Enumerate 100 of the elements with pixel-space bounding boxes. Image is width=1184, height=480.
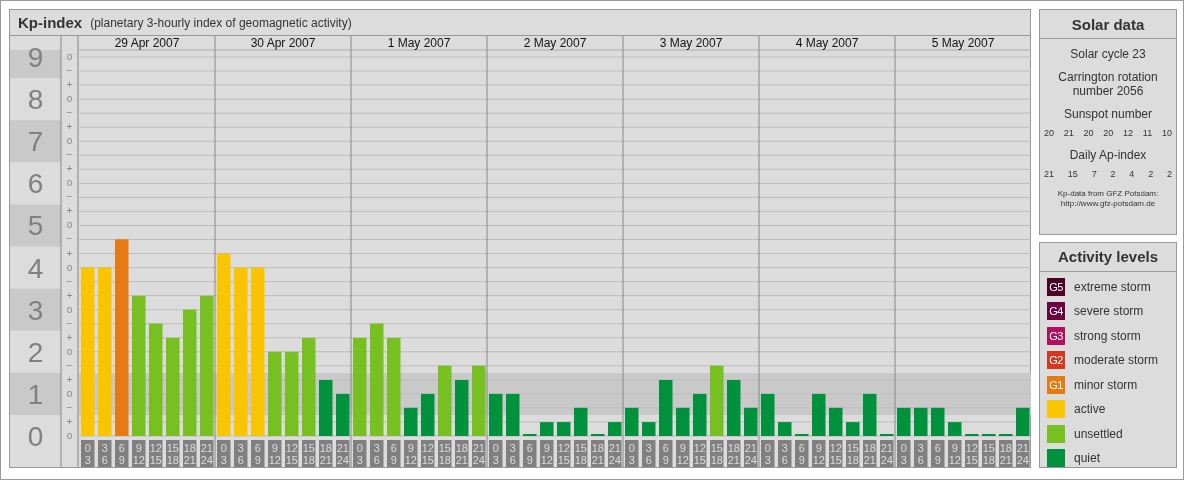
bar [829,407,843,436]
bar [863,393,877,436]
bar [846,422,860,436]
bar [574,407,588,436]
time-label: 6 9 [251,440,265,467]
bar [557,422,571,436]
y-tick-label: o [66,345,73,357]
ap-value: 2 [1148,169,1154,179]
time-label: 0 3 [761,440,775,467]
bar [319,380,333,436]
bar [1016,407,1030,436]
level-swatch: G3 [1047,326,1065,345]
date-label: 2 May 2007 [523,36,587,50]
y-tick-label: o [66,430,73,441]
y-tick-label: + [66,247,73,259]
y-tick-label: − [66,317,73,329]
x-tick-label: 0 3 [220,442,227,466]
time-label: 21 24 [880,440,894,467]
y-axis-label: 5 [27,210,44,242]
x-tick-label: 3 6 [373,442,380,466]
time-label: 0 3 [897,440,911,467]
ap-value: 7 [1091,169,1097,179]
bar [914,407,928,436]
y-axis-label: 3 [27,294,44,326]
sunspot-value: 12 [1123,128,1134,138]
x-tick-label: 6 9 [798,442,805,466]
y-axis-label: 2 [27,336,44,368]
time-label: 18 21 [999,440,1013,467]
y-tick-label: − [66,275,73,287]
time-label: 6 9 [387,440,401,467]
date-label: 3 May 2007 [659,36,723,50]
time-label: 9 12 [948,440,962,467]
level-label: moderate storm [1074,353,1159,367]
sunspot-value: 20 [1103,128,1114,138]
time-label: 21 24 [336,440,350,467]
level-label: active [1074,402,1106,416]
time-label: 6 9 [115,440,129,467]
time-label: 0 3 [489,440,503,467]
date-label: 29 Apr 2007 [114,36,180,50]
level-swatch: G4 [1047,302,1065,320]
y-axis-label: 6 [27,168,44,200]
time-label: 15 18 [846,440,860,467]
time-label: 12 15 [829,440,843,467]
time-label: 6 9 [523,440,537,467]
panel-title: Activity levels [1040,242,1176,272]
level-label: quiet [1074,451,1101,465]
bar [455,380,469,436]
time-label: 3 6 [370,440,384,467]
time-label: 6 9 [659,440,673,467]
level-label: severe storm [1074,304,1144,318]
time-label: 3 6 [778,440,792,467]
y-tick-label: o [66,93,73,105]
y-tick-label: − [66,149,73,161]
x-tick-label: 3 6 [101,442,108,466]
time-label: 21 24 [744,440,758,467]
bar [812,393,826,436]
time-label: 12 15 [149,440,163,467]
bar [710,365,724,436]
time-label: 18 21 [863,440,877,467]
x-tick-label: 6 9 [934,442,941,466]
bar [540,422,554,436]
x-tick-label: 0 3 [628,442,635,466]
panel-subtitle: (planetary 3-hourly index of geomagnetic activity) [90,15,352,30]
bar [948,422,962,436]
time-label: 12 15 [421,440,435,467]
x-tick-label: 0 3 [900,442,907,466]
sunspot-value: 20 [1083,128,1094,138]
y-axis-label: 7 [27,126,44,158]
y-axis-label: 9 [27,42,44,73]
time-label: 9 12 [268,440,282,467]
y-tick-label: + [66,163,73,175]
time-label: 18 21 [455,440,469,467]
date-label: 30 Apr 2007 [250,36,316,50]
credit-link[interactable]: http://www.gfz-potsdam.de [1057,199,1159,209]
time-label: 0 3 [217,440,231,467]
bar [931,407,945,436]
y-tick-label: − [66,107,73,119]
x-tick-label: 6 9 [254,442,261,466]
sunspot-value: 10 [1161,128,1172,138]
bar [761,393,775,436]
sunspot-label: Sunspot number [1062,107,1154,121]
bar [608,422,622,436]
time-label: 21 24 [200,440,214,467]
time-label: 21 24 [472,440,486,467]
time-label: 18 21 [319,440,333,467]
credit-text: Kp-data from GFZ Potsdam: [1057,189,1159,199]
time-label: 3 6 [914,440,928,467]
y-tick-label: − [66,233,73,245]
y-tick-label: + [66,121,73,133]
y-tick-label: + [66,205,73,217]
time-label: 18 21 [591,440,605,467]
y-tick-label: o [66,387,73,399]
time-label: 15 18 [438,440,452,467]
ap-value: 2 [1110,169,1116,179]
ap-index-label: Daily Ap-index [1068,148,1148,162]
x-tick-label: 0 3 [84,442,91,466]
y-axis-label: 1 [27,378,44,410]
time-label: 21 24 [1016,440,1030,467]
sunspot-value: 21 [1063,128,1074,138]
bar [506,393,520,436]
